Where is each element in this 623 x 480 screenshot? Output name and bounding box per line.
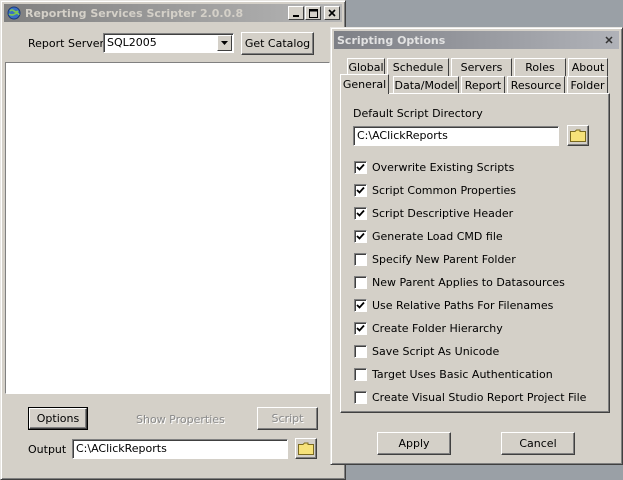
option-label: Target Uses Basic Authentication — [372, 367, 553, 381]
option-row[interactable]: Script Descriptive Header — [354, 205, 513, 221]
option-row[interactable]: Use Relative Paths For Filenames — [354, 297, 553, 313]
option-checkbox[interactable] — [354, 252, 367, 266]
options-dialog-title: Scripting Options — [337, 33, 446, 47]
option-label: Overwrite Existing Scripts — [372, 160, 515, 174]
catalog-tree[interactable] — [5, 62, 330, 394]
output-path-field[interactable]: C:\AClickReports — [72, 439, 288, 459]
option-checkbox[interactable] — [354, 206, 367, 220]
checkmark-icon — [356, 301, 365, 309]
folder-icon — [298, 442, 314, 455]
option-label: Create Visual Studio Report Project File — [372, 390, 587, 404]
option-label: Script Common Properties — [372, 183, 517, 197]
default-dir-field[interactable]: C:\AClickReports — [353, 126, 559, 146]
option-checkbox[interactable] — [354, 321, 367, 335]
tab-label: Servers — [460, 61, 503, 74]
default-dir-value: C:\AClickReports — [357, 129, 448, 142]
option-row[interactable]: Generate Load CMD file — [354, 228, 503, 244]
option-checkbox[interactable] — [354, 390, 367, 404]
option-label: Save Script As Unicode — [372, 344, 500, 358]
apply-label: Apply — [398, 437, 430, 450]
folder-icon — [570, 129, 586, 142]
option-row[interactable]: New Parent Applies to Datasources — [354, 274, 565, 290]
get-catalog-label: Get Catalog — [244, 37, 311, 50]
option-checkbox[interactable] — [354, 160, 367, 174]
output-label: Output — [28, 443, 67, 456]
default-dir-label: Default Script Directory — [353, 107, 483, 120]
maximize-icon[interactable] — [305, 6, 321, 20]
option-checkbox[interactable] — [354, 275, 367, 289]
option-label: Generate Load CMD file — [372, 229, 503, 243]
report-server-combo[interactable]: SQL2005 — [103, 33, 234, 53]
option-label: Specify New Parent Folder — [372, 252, 516, 266]
option-row[interactable]: Create Folder Hierarchy — [354, 320, 503, 336]
app-globe-icon — [7, 6, 21, 20]
option-row[interactable]: Create Visual Studio Report Project File — [354, 389, 586, 405]
checkmark-icon — [356, 186, 365, 194]
cancel-label: Cancel — [519, 437, 557, 450]
tab-label: Resource — [510, 79, 562, 92]
options-window-controls — [601, 33, 617, 47]
tab-report[interactable]: Report — [461, 76, 505, 94]
apply-button[interactable]: Apply — [377, 432, 451, 455]
tab-label: Folder — [570, 79, 605, 92]
option-row[interactable]: Save Script As Unicode — [354, 343, 499, 359]
tab-label: About — [571, 61, 605, 74]
report-server-label: Report Server — [28, 37, 105, 50]
tab-resource[interactable]: Resource — [507, 76, 565, 94]
option-checkbox[interactable] — [354, 367, 367, 381]
tab-schedule[interactable]: Schedule — [387, 58, 449, 76]
checkmark-icon — [356, 232, 365, 240]
default-dir-browse-button[interactable] — [567, 125, 589, 146]
option-label: Use Relative Paths For Filenames — [372, 298, 554, 312]
tab-general[interactable]: General — [340, 74, 389, 94]
main-window-controls — [288, 6, 340, 20]
option-checkbox[interactable] — [354, 183, 367, 197]
tab-label: General — [342, 78, 387, 91]
option-checkbox[interactable] — [354, 298, 367, 312]
checkmark-icon — [356, 324, 365, 332]
cancel-button[interactable]: Cancel — [501, 432, 575, 455]
options-titlebar[interactable]: Scripting Options — [334, 31, 619, 49]
close-icon[interactable] — [601, 33, 617, 47]
option-row[interactable]: Overwrite Existing Scripts — [354, 159, 514, 175]
get-catalog-button[interactable]: Get Catalog — [241, 32, 314, 55]
output-browse-button[interactable] — [295, 438, 317, 459]
option-label: New Parent Applies to Datasources — [372, 275, 565, 289]
minimize-icon[interactable] — [288, 6, 304, 20]
chevron-down-icon[interactable] — [217, 35, 232, 51]
main-window-title: Reporting Services Scripter 2.0.0.8 — [25, 6, 244, 20]
show-properties-label[interactable]: Show Properties — [136, 413, 225, 426]
checkmark-icon — [356, 163, 365, 171]
tab-label: Report — [464, 79, 502, 92]
tab-folder[interactable]: Folder — [567, 76, 608, 94]
option-checkbox[interactable] — [354, 344, 367, 358]
close-icon[interactable] — [324, 6, 340, 20]
tab-label: Global — [348, 61, 384, 74]
option-row[interactable]: Target Uses Basic Authentication — [354, 366, 553, 382]
scripting-options-dialog: Scripting Options Global Schedule Server… — [330, 27, 623, 465]
tab-label: Roles — [525, 61, 555, 74]
options-button[interactable]: Options — [28, 407, 88, 430]
tab-roles[interactable]: Roles — [514, 58, 566, 76]
script-button[interactable]: Script — [257, 407, 318, 430]
tab-label: Schedule — [392, 61, 444, 74]
option-row[interactable]: Script Common Properties — [354, 182, 516, 198]
checkmark-icon — [356, 209, 365, 217]
options-label: Options — [36, 412, 80, 425]
option-row[interactable]: Specify New Parent Folder — [354, 251, 516, 267]
tab-about[interactable]: About — [568, 58, 608, 76]
script-label: Script — [271, 412, 304, 425]
tab-label: Data/Model — [394, 79, 458, 92]
main-titlebar[interactable]: Reporting Services Scripter 2.0.0.8 — [4, 4, 342, 22]
output-path-value: C:\AClickReports — [76, 442, 167, 455]
option-label: Script Descriptive Header — [372, 206, 514, 220]
tab-data-model[interactable]: Data/Model — [393, 76, 459, 94]
general-tab-panel: Default Script Directory C:\AClickReport… — [340, 93, 610, 413]
main-window: Reporting Services Scripter 2.0.0.8 Repo… — [0, 0, 346, 480]
option-checkbox[interactable] — [354, 229, 367, 243]
report-server-value: SQL2005 — [107, 36, 157, 49]
option-label: Create Folder Hierarchy — [372, 321, 503, 335]
tab-servers[interactable]: Servers — [451, 58, 512, 76]
